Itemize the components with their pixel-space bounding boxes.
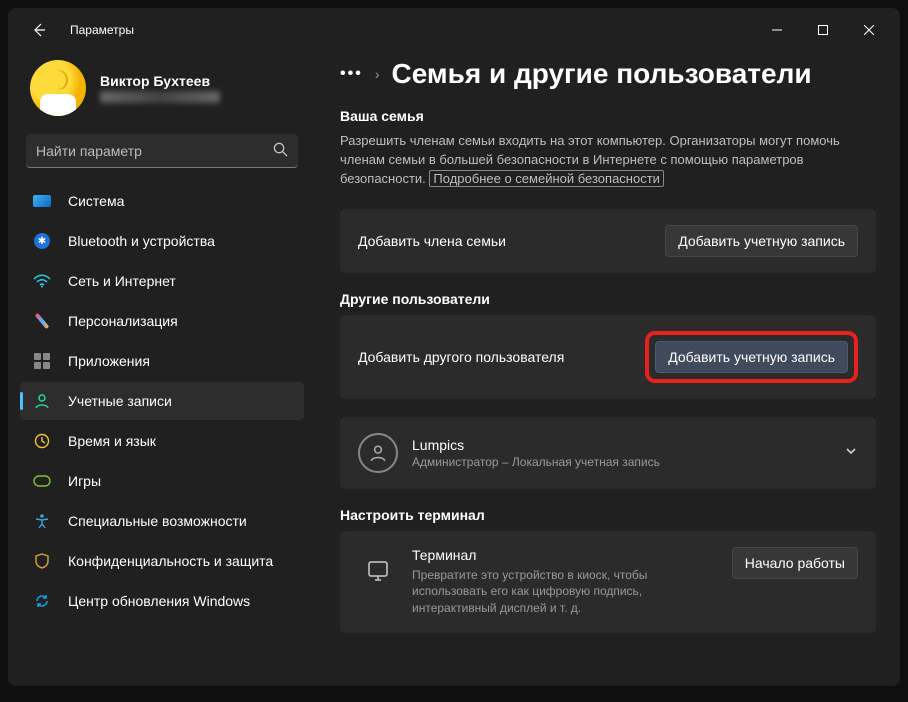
sidebar-item-update[interactable]: Центр обновления Windows (20, 582, 304, 620)
kiosk-icon (358, 551, 398, 591)
chevron-down-icon[interactable] (844, 444, 858, 461)
refresh-icon (32, 591, 52, 611)
family-description: Разрешить членам семьи входить на этот к… (340, 132, 876, 189)
sidebar-item-personalization[interactable]: Персонализация (20, 302, 304, 340)
terminal-card: Терминал Превратите это устройство в кио… (340, 531, 876, 633)
add-family-label: Добавить члена семьи (358, 233, 665, 249)
sidebar-item-label: Учетные записи (68, 393, 172, 409)
person-icon (32, 391, 52, 411)
profile-email (100, 91, 220, 103)
breadcrumb: ••• › Семья и другие пользователи (340, 58, 876, 90)
bluetooth-icon: ✱ (32, 231, 52, 251)
maximize-icon (818, 25, 828, 35)
add-other-user-button[interactable]: Добавить учетную запись (655, 341, 848, 373)
system-icon (32, 191, 52, 211)
close-icon (864, 25, 874, 35)
avatar (30, 60, 86, 116)
profile-name: Виктор Бухтеев (100, 73, 220, 89)
wifi-icon (32, 271, 52, 291)
person-icon (358, 433, 398, 473)
accessibility-icon (32, 511, 52, 531)
terminal-desc: Превратите это устройство в киоск, чтобы… (412, 567, 692, 617)
sidebar-item-label: Сеть и Интернет (68, 273, 176, 289)
sidebar-item-label: Приложения (68, 353, 150, 369)
sidebar-item-label: Специальные возможности (68, 513, 247, 529)
family-section-header: Ваша семья (340, 108, 876, 124)
sidebar-item-label: Персонализация (68, 313, 178, 329)
other-user-card[interactable]: Lumpics Администратор – Локальная учетна… (340, 417, 876, 489)
shield-icon (32, 551, 52, 571)
user-name: Lumpics (412, 437, 660, 453)
sidebar-item-gaming[interactable]: Игры (20, 462, 304, 500)
sidebar-item-network[interactable]: Сеть и Интернет (20, 262, 304, 300)
sidebar-item-accounts[interactable]: Учетные записи (20, 382, 304, 420)
sidebar-item-accessibility[interactable]: Специальные возможности (20, 502, 304, 540)
sidebar-item-privacy[interactable]: Конфиденциальность и защита (20, 542, 304, 580)
sidebar-item-label: Система (68, 193, 124, 209)
sidebar-item-label: Bluetooth и устройства (68, 233, 215, 249)
add-family-button[interactable]: Добавить учетную запись (665, 225, 858, 257)
maximize-button[interactable] (800, 14, 846, 46)
sidebar-item-label: Игры (68, 473, 101, 489)
terminal-name: Терминал (412, 547, 732, 563)
arrow-left-icon (31, 22, 47, 38)
window-title: Параметры (70, 23, 134, 37)
sidebar-item-label: Конфиденциальность и защита (68, 553, 273, 569)
add-other-card: Добавить другого пользователя Добавить у… (340, 315, 876, 399)
clock-icon (32, 431, 52, 451)
sidebar-item-time[interactable]: Время и язык (20, 422, 304, 460)
sidebar-item-bluetooth[interactable]: ✱ Bluetooth и устройства (20, 222, 304, 260)
minimize-button[interactable] (754, 14, 800, 46)
terminal-section-header: Настроить терминал (340, 507, 876, 523)
add-other-label: Добавить другого пользователя (358, 349, 645, 365)
sidebar-item-label: Время и язык (68, 433, 156, 449)
user-role: Администратор – Локальная учетная запись (412, 455, 660, 469)
apps-icon (32, 351, 52, 371)
chevron-right-icon: › (375, 66, 380, 82)
sidebar-item-system[interactable]: Система (20, 182, 304, 220)
highlighted-area: Добавить учетную запись (645, 331, 858, 383)
brush-icon (32, 311, 52, 331)
search-icon (273, 142, 288, 160)
family-safety-link[interactable]: Подробнее о семейной безопасности (429, 170, 664, 187)
page-title: Семья и другие пользователи (391, 58, 811, 90)
add-family-card: Добавить члена семьи Добавить учетную за… (340, 209, 876, 273)
others-section-header: Другие пользователи (340, 291, 876, 307)
close-button[interactable] (846, 14, 892, 46)
terminal-start-button[interactable]: Начало работы (732, 547, 858, 579)
search-input[interactable] (36, 143, 273, 159)
profile-block[interactable]: Виктор Бухтеев (20, 56, 304, 134)
back-button[interactable] (20, 11, 58, 49)
gamepad-icon (32, 471, 52, 491)
sidebar-item-apps[interactable]: Приложения (20, 342, 304, 380)
search-box[interactable] (26, 134, 298, 168)
sidebar-item-label: Центр обновления Windows (68, 593, 250, 609)
minimize-icon (772, 25, 782, 35)
breadcrumb-ellipsis[interactable]: ••• (340, 65, 363, 83)
